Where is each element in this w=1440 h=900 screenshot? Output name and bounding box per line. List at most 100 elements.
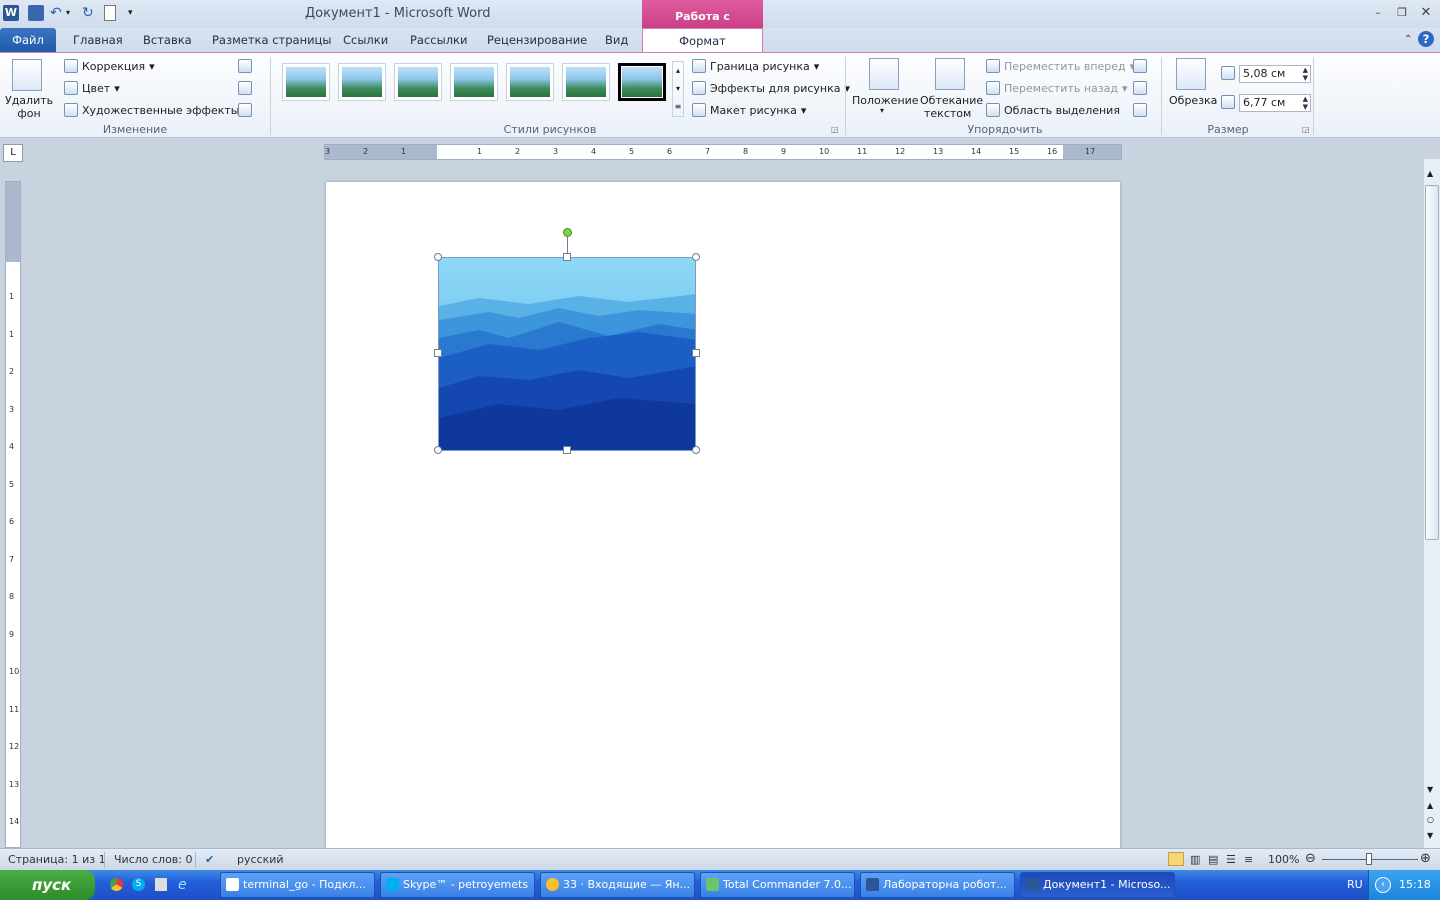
spinner-icon[interactable]: ▲ ▼ [1303, 95, 1308, 111]
start-button[interactable]: пуск [0, 870, 95, 900]
reset-picture-icon[interactable] [238, 103, 252, 117]
rotate-handle[interactable] [563, 228, 572, 237]
next-page-icon[interactable]: ▼ [1427, 831, 1433, 840]
new-document-icon[interactable] [104, 5, 116, 21]
picture-style-2[interactable] [338, 63, 386, 101]
picture-style-3[interactable] [394, 63, 442, 101]
clock[interactable]: 15:18 [1399, 878, 1431, 891]
skype-icon[interactable]: S [132, 878, 145, 891]
resize-handle-r[interactable] [692, 349, 700, 357]
word-icon[interactable]: W [3, 5, 19, 21]
redo-icon[interactable]: ↻ [82, 5, 98, 21]
task-word-lab[interactable]: Лабораторна робот... [860, 872, 1015, 898]
document-page[interactable] [326, 182, 1120, 862]
picture-style-4[interactable] [450, 63, 498, 101]
print-layout-icon[interactable] [1168, 852, 1184, 866]
artistic-effects-button[interactable]: Художественные эффекты▾ [64, 103, 249, 117]
send-backward-button[interactable]: Переместить назад ▾ [986, 81, 1128, 95]
outline-icon[interactable]: ☰ [1226, 853, 1236, 866]
prev-page-icon[interactable]: ▲ [1427, 801, 1433, 810]
scroll-down-icon[interactable]: ▼ [1427, 785, 1433, 794]
zoom-in-icon[interactable]: ⊕ [1420, 851, 1431, 866]
picture-border-button[interactable]: Граница рисунка ▾ [692, 59, 819, 73]
dialog-launcher-icon[interactable]: ◲ [1302, 125, 1310, 134]
tray-expand-icon[interactable]: ‹ [1375, 877, 1391, 893]
restore-icon[interactable]: ❐ [1394, 6, 1410, 20]
position-icon[interactable] [869, 58, 899, 90]
vertical-ruler[interactable]: 1123456789101112131415 [5, 181, 21, 864]
resize-handle-br[interactable] [692, 446, 700, 454]
resize-handle-tl[interactable] [434, 253, 442, 261]
width-input[interactable]: 6,77 см ▲ ▼ [1239, 94, 1311, 112]
task-chrome[interactable]: 33 · Входящие — Ян... [540, 872, 695, 898]
resize-handle-t[interactable] [563, 253, 571, 261]
picture-style-6[interactable] [562, 63, 610, 101]
rotate-icon[interactable] [1133, 103, 1147, 117]
wrap-text-button-line2[interactable]: текстом [924, 107, 971, 120]
scroll-thumb[interactable] [1425, 185, 1439, 540]
corrections-button[interactable]: Коррекция ▾ [64, 59, 155, 73]
input-language[interactable]: RU [1347, 878, 1363, 891]
remove-background-icon[interactable] [12, 59, 42, 91]
zoom-thumb[interactable] [1366, 853, 1372, 865]
crop-icon[interactable] [1176, 58, 1206, 90]
tab-view[interactable]: Вид [601, 28, 632, 52]
picture-effects-button[interactable]: Эффекты для рисунка ▾ [692, 81, 850, 95]
page-count[interactable]: Страница: 1 из 1 [8, 853, 106, 866]
language[interactable]: русский [237, 853, 284, 866]
align-icon[interactable] [1133, 59, 1147, 73]
browse-object-icon[interactable]: ○ [1427, 815, 1434, 824]
minimize-ribbon-icon[interactable]: ⌃ [1400, 28, 1416, 52]
tab-references[interactable]: Ссылки [339, 28, 392, 52]
tab-format[interactable]: Формат [642, 28, 763, 53]
task-skype[interactable]: Skype™ - petroyemets [380, 872, 535, 898]
minimize-icon[interactable]: – [1370, 6, 1386, 20]
tab-insert[interactable]: Вставка [139, 28, 196, 52]
task-word-document[interactable]: Документ1 - Microso... [1020, 872, 1175, 898]
group-icon[interactable] [1133, 81, 1147, 95]
help-icon[interactable]: ? [1418, 31, 1434, 47]
picture-style-5[interactable] [506, 63, 554, 101]
tab-selector[interactable]: L [3, 144, 23, 162]
undo-icon[interactable]: ↶ [50, 5, 66, 21]
selected-picture[interactable] [438, 257, 696, 451]
tab-mailings[interactable]: Рассылки [406, 28, 471, 52]
color-button[interactable]: Цвет ▾ [64, 81, 120, 95]
web-layout-icon[interactable]: ▤ [1208, 853, 1218, 866]
chrome-icon[interactable] [110, 878, 123, 891]
draft-icon[interactable]: ≡ [1244, 853, 1253, 866]
vertical-scrollbar[interactable]: ▲ ▼ ▲ ○ ▼ [1423, 159, 1440, 848]
zoom-level[interactable]: 100% [1268, 853, 1299, 866]
word-count[interactable]: Число слов: 0 [114, 853, 193, 866]
gallery-scroll[interactable]: ▴ ▾ ≡ [672, 61, 684, 117]
resize-handle-l[interactable] [434, 349, 442, 357]
tab-home[interactable]: Главная [69, 28, 127, 52]
tab-file[interactable]: Файл [0, 28, 56, 52]
ie-icon[interactable]: e [178, 877, 187, 893]
picture-style-7[interactable] [618, 63, 666, 101]
position-button[interactable]: Положение [852, 94, 919, 107]
compress-pictures-icon[interactable] [238, 59, 252, 73]
wrap-text-icon[interactable] [935, 58, 965, 90]
dialog-launcher-icon[interactable]: ◲ [831, 125, 839, 134]
save-icon[interactable] [28, 5, 44, 21]
undo-dropdown-icon[interactable]: ▾ [66, 5, 82, 21]
task-total-commander[interactable]: Total Commander 7.0... [700, 872, 855, 898]
selection-pane-button[interactable]: Область выделения [986, 103, 1120, 117]
bring-forward-button[interactable]: Переместить вперед▾ [986, 59, 1135, 73]
picture-layout-button[interactable]: Макет рисунка ▾ [692, 103, 806, 117]
close-icon[interactable]: ✕ [1418, 6, 1434, 20]
tab-page-layout[interactable]: Разметка страницы [208, 28, 335, 52]
scroll-up-icon[interactable]: ▲ [1427, 169, 1433, 178]
remove-background-button[interactable]: Удалить фон [5, 94, 53, 120]
resize-handle-b[interactable] [563, 446, 571, 454]
tab-review[interactable]: Рецензирование [483, 28, 591, 52]
customize-qat-icon[interactable]: ▾ [128, 5, 144, 21]
zoom-out-icon[interactable]: ⊖ [1305, 851, 1316, 866]
picture-style-1[interactable] [282, 63, 330, 101]
full-screen-reading-icon[interactable]: ▥ [1190, 853, 1200, 866]
height-input[interactable]: 5,08 см ▲ ▼ [1239, 65, 1311, 83]
change-picture-icon[interactable] [238, 81, 252, 95]
resize-handle-tr[interactable] [692, 253, 700, 261]
crop-button[interactable]: Обрезка [1169, 94, 1217, 107]
